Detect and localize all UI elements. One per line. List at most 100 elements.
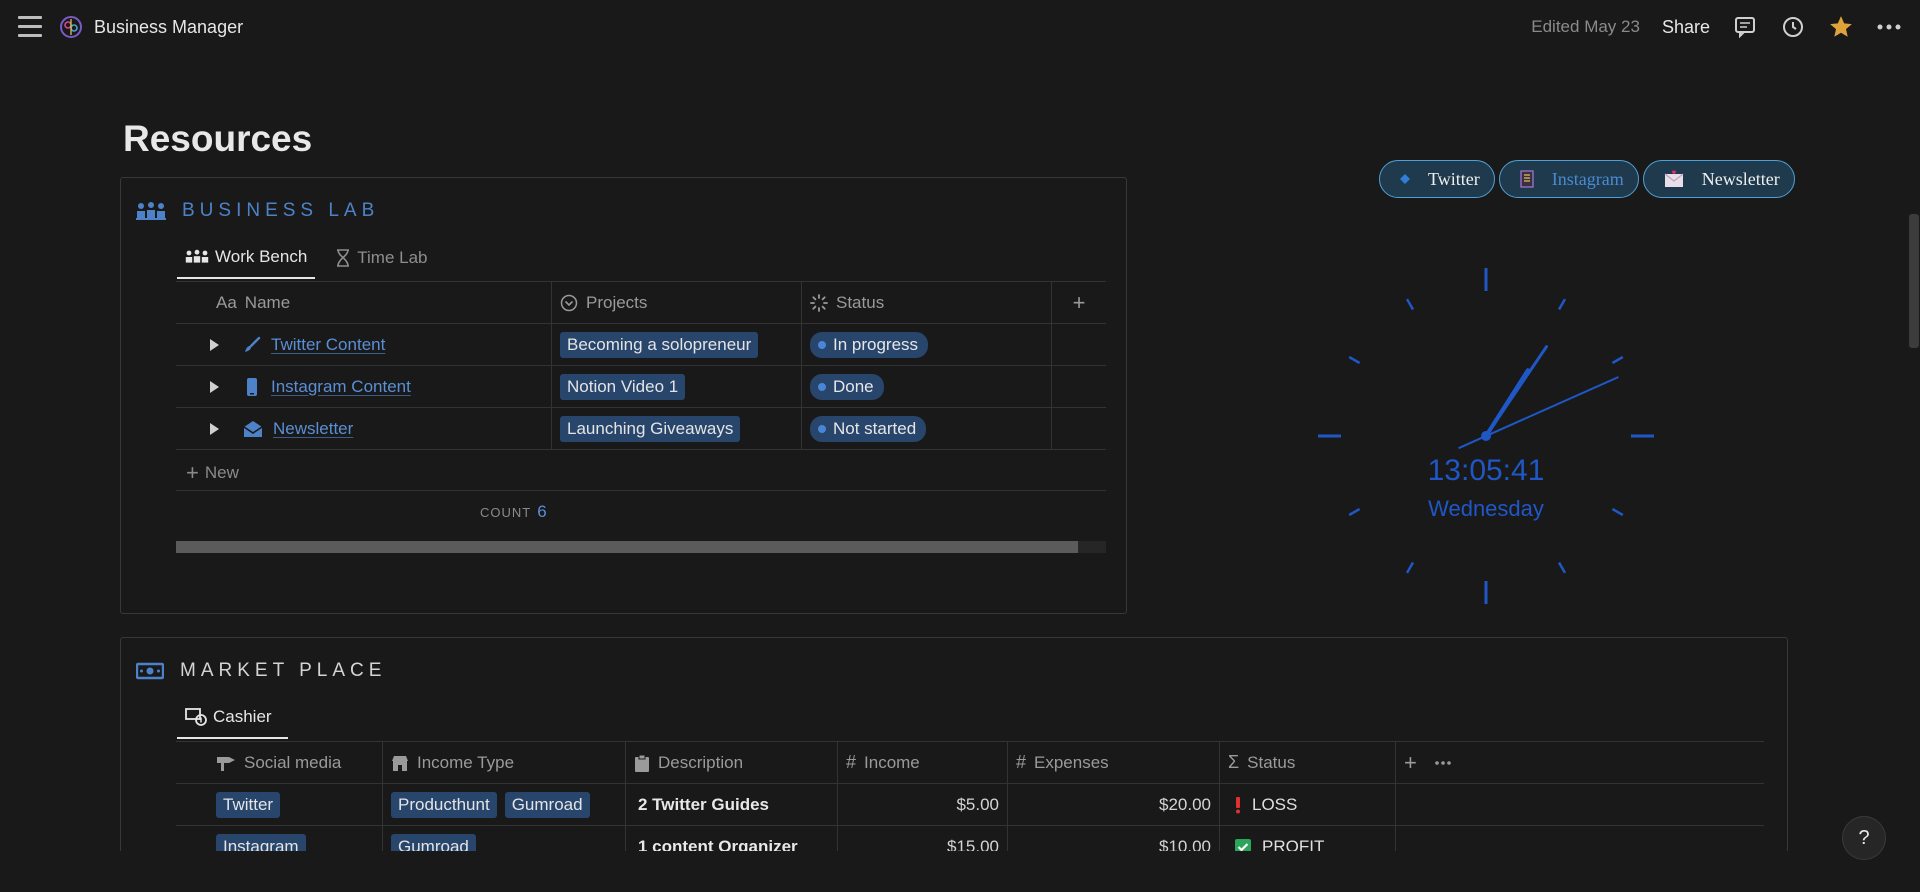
business-lab-tabs: Work Bench Time Lab [177, 247, 436, 279]
table-row[interactable]: Twitter Content Becoming a solopreneur I… [176, 324, 1106, 366]
breadcrumb[interactable]: Business Manager [58, 14, 243, 40]
income-type-cell[interactable]: Producthunt Gumroad [383, 784, 626, 825]
table-row[interactable]: Newsletter Launching Giveaways Not start… [176, 408, 1106, 450]
name-cell[interactable]: Twitter Content [176, 324, 552, 365]
income-type-tag[interactable]: Gumroad [504, 791, 590, 818]
table-row[interactable]: Twitter Producthunt Gumroad 2 Twitter Gu… [176, 784, 1764, 826]
edited-timestamp: Edited May 23 [1531, 17, 1640, 36]
cash-register-icon [185, 708, 207, 726]
clock-tick [1405, 298, 1415, 311]
projects-cell[interactable]: Launching Giveaways [552, 408, 802, 449]
column-label: Status [1247, 752, 1296, 772]
favorite-star-icon[interactable] [1828, 14, 1854, 40]
empty-cell [1052, 408, 1106, 449]
income-type-tag[interactable]: Producthunt [391, 791, 497, 818]
row-title-link[interactable]: Twitter Content [271, 335, 385, 355]
page-title: Resources [123, 118, 313, 159]
tab-label: Work Bench [215, 247, 308, 266]
count-label: COUNT [480, 505, 532, 520]
more-options-icon[interactable] [1435, 760, 1451, 765]
expand-toggle-icon[interactable] [210, 380, 219, 393]
status-dot [818, 424, 826, 433]
share-button[interactable]: Share [1662, 17, 1710, 38]
page-breadcrumb-title[interactable]: Business Manager [94, 17, 243, 38]
comments-icon[interactable] [1732, 14, 1758, 40]
column-header-expenses[interactable]: # Expenses [1008, 742, 1220, 783]
row-title-link[interactable]: Instagram Content [271, 377, 411, 397]
market-place-header: MARKET PLACE [136, 660, 386, 682]
relation-icon [560, 294, 578, 311]
work-bench-icon [185, 249, 209, 263]
page-scrollbar-track[interactable] [1908, 56, 1920, 892]
status-badge[interactable]: In progress [810, 331, 929, 358]
column-label: Income [864, 752, 920, 772]
instagram-button[interactable]: Instagram [1498, 160, 1639, 198]
status-dot [818, 340, 826, 349]
description-cell[interactable]: 2 Twitter Guides [626, 784, 838, 825]
column-header-income-type[interactable]: Income Type [383, 742, 626, 783]
project-tag[interactable]: Notion Video 1 [560, 373, 686, 400]
tab-time-lab[interactable]: Time Lab [327, 247, 435, 279]
top-actions: Edited May 23 Share [1531, 14, 1902, 40]
notebook-icon [1520, 170, 1534, 188]
projects-cell[interactable]: Becoming a solopreneur [552, 324, 802, 365]
formula-sigma-icon: Σ [1228, 752, 1240, 772]
top-bar: Business Manager Edited May 23 Share [0, 0, 1920, 56]
status-cell[interactable]: Not started [802, 408, 1052, 449]
add-property-button[interactable]: + [1052, 282, 1106, 323]
project-tag[interactable]: Launching Giveaways [560, 415, 741, 442]
table-horizontal-scrollbar[interactable] [176, 541, 1106, 553]
status-cell[interactable]: In progress [802, 324, 1052, 365]
projects-cell[interactable]: Notion Video 1 [552, 366, 802, 407]
column-header-income[interactable]: # Income [838, 742, 1008, 783]
social-media-cell[interactable]: Twitter [176, 784, 383, 825]
column-header-name[interactable]: Aa Name [176, 282, 552, 323]
column-header-description[interactable]: Description [626, 742, 838, 783]
envelope-open-icon [243, 420, 263, 437]
expand-toggle-icon[interactable] [210, 338, 219, 351]
column-header-projects[interactable]: Projects [552, 282, 802, 323]
clock-tick [1611, 355, 1624, 365]
history-clock-icon[interactable] [1780, 14, 1806, 40]
name-cell[interactable]: Newsletter [176, 408, 552, 449]
status-cell[interactable]: Done [802, 366, 1052, 407]
table-header-row: Social media Income Type Description # I… [176, 742, 1764, 784]
work-bench-table: Aa Name Projects Status + Twitter Conten… [176, 281, 1106, 450]
column-header-social-media[interactable]: Social media [176, 742, 383, 783]
expand-toggle-icon[interactable] [210, 422, 219, 435]
status-cell[interactable]: LOSS [1220, 784, 1396, 825]
new-row-button[interactable]: + New [186, 460, 239, 486]
page-scrollbar-thumb[interactable] [1909, 214, 1919, 348]
table-row[interactable]: Instagram Content Notion Video 1 Done [176, 366, 1106, 408]
name-cell[interactable]: Instagram Content [176, 366, 552, 407]
cashier-table: Social media Income Type Description # I… [176, 741, 1764, 868]
digital-time: 13:05:41 [1427, 454, 1545, 487]
column-header-status[interactable]: Status [802, 282, 1052, 323]
status-badge[interactable]: Not started [810, 415, 927, 442]
social-tag[interactable]: Twitter [216, 791, 281, 818]
help-button[interactable]: ? [1842, 816, 1886, 860]
add-property-button[interactable]: + [1404, 750, 1417, 776]
menu-icon[interactable] [18, 16, 42, 38]
more-options-icon[interactable] [1876, 14, 1902, 40]
project-tag[interactable]: Becoming a solopreneur [560, 331, 759, 358]
tab-work-bench[interactable]: Work Bench [177, 247, 316, 279]
status-badge[interactable]: Done [810, 373, 884, 400]
diamond-icon [1400, 174, 1410, 184]
count-summary[interactable]: COUNT 6 [480, 502, 548, 522]
phone-icon [247, 377, 257, 396]
table-header-actions: + [1396, 742, 1764, 783]
twitter-button[interactable]: Twitter [1379, 160, 1495, 198]
newsletter-button[interactable]: Newsletter [1642, 160, 1795, 198]
column-label: Status [836, 292, 885, 312]
column-header-status[interactable]: Σ Status [1220, 742, 1396, 783]
empty-cell [1052, 324, 1106, 365]
tab-cashier[interactable]: Cashier [177, 707, 288, 739]
status-label: Not started [833, 418, 917, 438]
income-cell[interactable]: $5.00 [838, 784, 1008, 825]
horizontal-scrollbar-thumb[interactable] [176, 541, 1078, 553]
table-footer-divider [176, 490, 1106, 491]
row-title-link[interactable]: Newsletter [273, 419, 353, 439]
status-label: Done [833, 376, 874, 396]
expenses-cell[interactable]: $20.00 [1008, 784, 1220, 825]
